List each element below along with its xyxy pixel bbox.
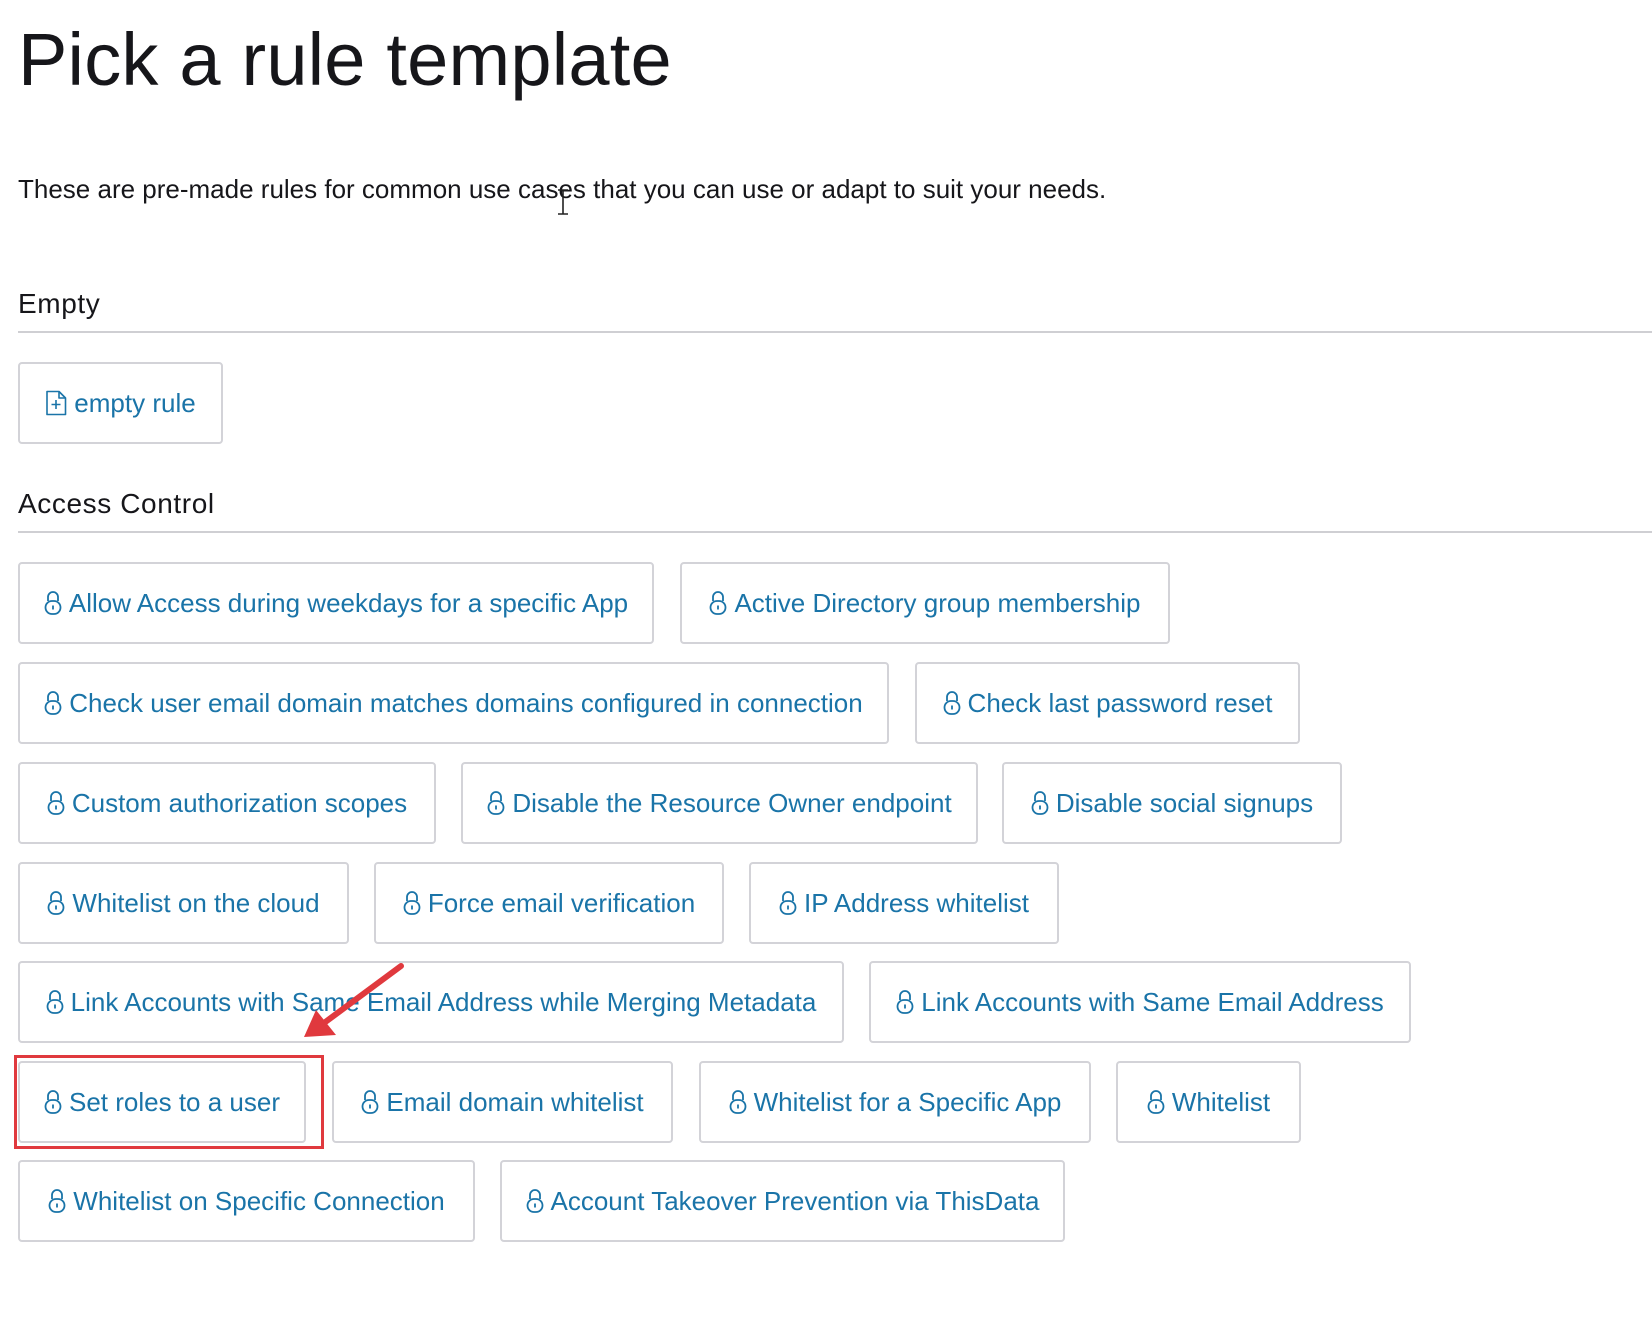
template-empty-rule-button[interactable]: empty rule xyxy=(18,362,223,444)
template-label: IP Address whitelist xyxy=(804,887,1029,918)
lock-icon xyxy=(361,1089,379,1115)
template-button[interactable]: Allow Access during weekdays for a speci… xyxy=(18,562,654,644)
template-label: Link Accounts with Same Email Address xyxy=(921,986,1384,1017)
lock-icon xyxy=(526,1188,544,1214)
lock-icon xyxy=(1031,790,1049,816)
template-label: Whitelist on the cloud xyxy=(72,887,320,918)
template-label: Whitelist for a Specific App xyxy=(753,1086,1062,1117)
lock-icon xyxy=(729,1089,747,1115)
lock-icon xyxy=(1147,1089,1165,1115)
template-label: Whitelist on Specific Connection xyxy=(73,1185,445,1216)
template-button[interactable]: Link Accounts with Same Email Address wh… xyxy=(18,961,844,1043)
lock-icon xyxy=(48,1188,66,1214)
template-label: Disable social signups xyxy=(1055,787,1314,818)
template-label: Force email verification xyxy=(427,887,696,918)
section-title-access-control: Access Control xyxy=(18,488,215,519)
lock-icon xyxy=(487,790,505,816)
template-button[interactable]: Force email verification xyxy=(374,862,724,944)
lock-icon xyxy=(943,690,961,716)
template-button[interactable]: Whitelist on the cloud xyxy=(18,862,349,944)
lock-icon xyxy=(709,590,727,616)
lock-icon xyxy=(44,1089,62,1115)
template-label: Allow Access during weekdays for a speci… xyxy=(68,587,629,618)
section-divider xyxy=(18,331,1652,333)
template-button[interactable]: Check last password reset xyxy=(915,662,1300,744)
template-label: empty rule xyxy=(74,387,196,418)
lock-icon xyxy=(44,690,62,716)
lock-icon xyxy=(779,890,797,916)
template-label: Link Accounts with Same Email Address wh… xyxy=(70,986,817,1017)
lock-icon xyxy=(46,989,64,1015)
lock-icon xyxy=(47,790,65,816)
lock-icon xyxy=(896,989,914,1015)
template-button[interactable]: Link Accounts with Same Email Address xyxy=(869,961,1411,1043)
template-button[interactable]: IP Address whitelist xyxy=(749,862,1059,944)
section-title-empty: Empty xyxy=(18,288,101,319)
template-set-roles-button[interactable]: Set roles to a user xyxy=(18,1061,306,1143)
page-title: Pick a rule template xyxy=(18,18,672,101)
new-file-icon xyxy=(45,390,67,416)
template-button[interactable]: Check user email domain matches domains … xyxy=(18,662,889,744)
intro-text: These are pre-made rules for common use … xyxy=(18,174,1107,204)
template-button[interactable]: Email domain whitelist xyxy=(332,1061,673,1143)
lock-icon xyxy=(44,590,62,616)
template-button[interactable]: Disable the Resource Owner endpoint xyxy=(461,762,978,844)
template-label: Disable the Resource Owner endpoint xyxy=(512,787,952,818)
template-button[interactable]: Whitelist xyxy=(1116,1061,1301,1143)
lock-icon xyxy=(403,890,421,916)
template-label: Check last password reset xyxy=(967,687,1273,718)
lock-icon xyxy=(47,890,65,916)
section-divider xyxy=(18,531,1652,533)
template-button[interactable]: Disable social signups xyxy=(1002,762,1342,844)
template-label: Account Takeover Prevention via ThisData xyxy=(550,1185,1040,1216)
template-label: Whitelist xyxy=(1171,1086,1271,1117)
template-button[interactable]: Whitelist for a Specific App xyxy=(699,1061,1091,1143)
template-button[interactable]: Custom authorization scopes xyxy=(18,762,436,844)
template-label: Custom authorization scopes xyxy=(71,787,408,818)
template-label: Check user email domain matches domains … xyxy=(69,687,863,718)
template-button[interactable]: Whitelist on Specific Connection xyxy=(18,1160,475,1242)
template-button[interactable]: Account Takeover Prevention via ThisData xyxy=(500,1160,1065,1242)
template-label: Active Directory group membership xyxy=(734,587,1141,618)
template-label: Email domain whitelist xyxy=(386,1086,644,1117)
template-label: Set roles to a user xyxy=(69,1086,280,1117)
template-button[interactable]: Active Directory group membership xyxy=(680,562,1170,644)
